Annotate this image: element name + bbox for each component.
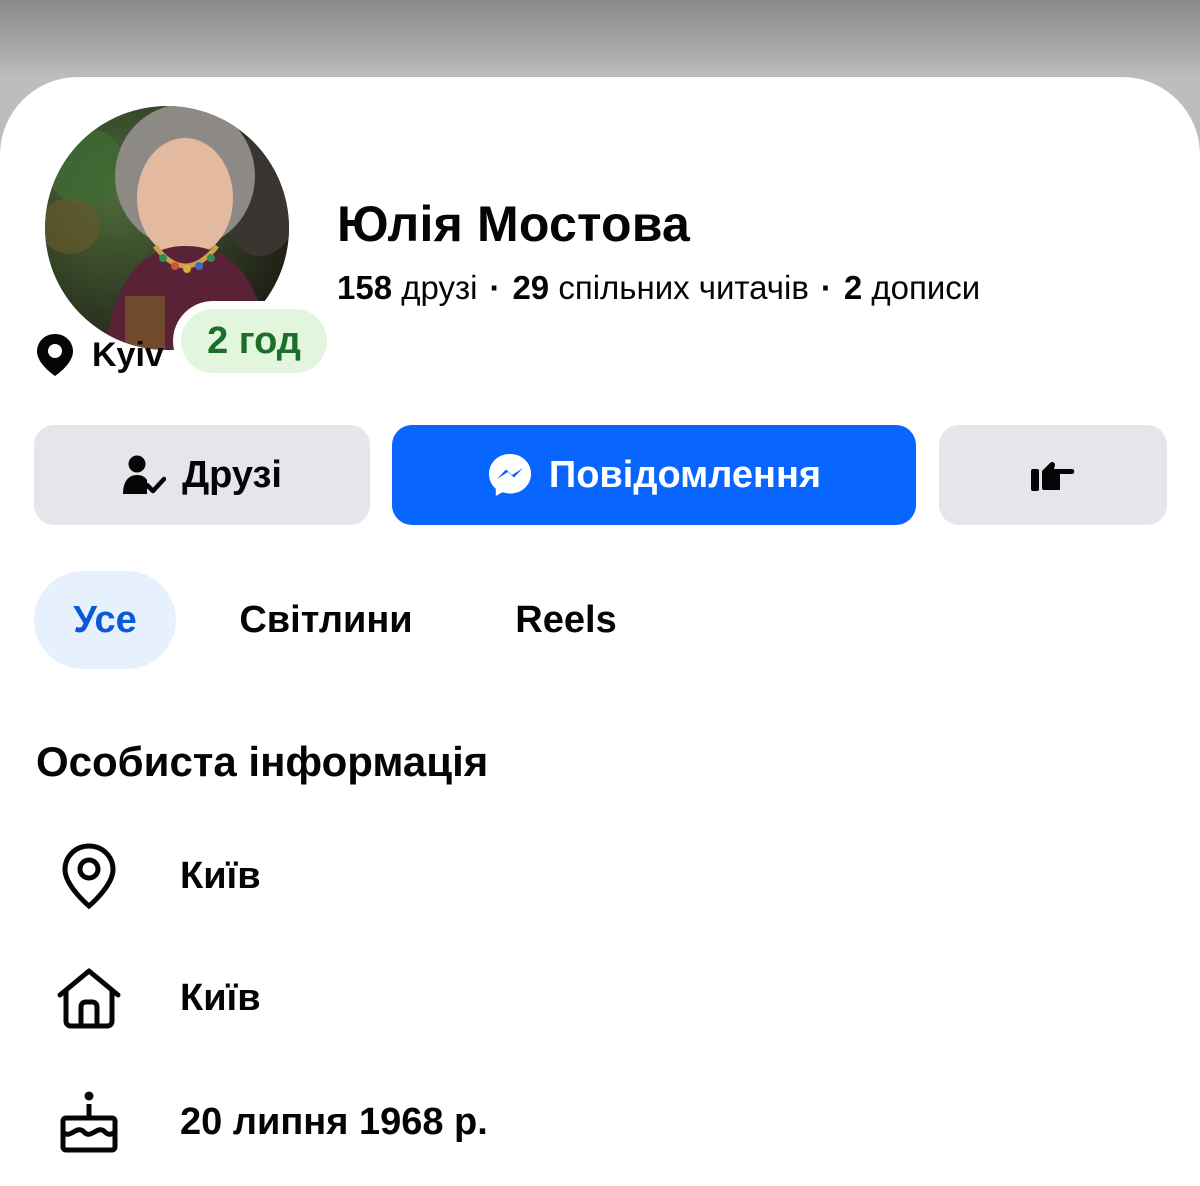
friends-check-icon <box>123 455 167 494</box>
info-row-current-city[interactable]: Київ <box>36 831 1136 921</box>
posts-label[interactable]: дописи <box>871 269 980 306</box>
poke-button[interactable] <box>939 425 1167 525</box>
message-button[interactable]: Повідомлення <box>392 425 916 525</box>
info-row-text: Київ <box>180 976 261 1019</box>
home-icon <box>54 953 124 1043</box>
tab-photos[interactable]: Світлини <box>206 571 446 669</box>
profile-name: Юлія Мостова <box>337 196 691 252</box>
messenger-icon <box>488 454 531 496</box>
info-row-hometown[interactable]: Київ <box>36 953 1136 1043</box>
status-badge: 2 год <box>173 301 335 381</box>
message-button-label: Повідомлення <box>548 453 822 496</box>
mutual-followers-count[interactable]: 29 <box>512 269 549 306</box>
profile-avatar[interactable]: 2 год <box>36 97 335 381</box>
location-summary: Kyiv <box>36 330 164 380</box>
poke-hand-icon <box>1031 461 1075 491</box>
friends-label[interactable]: друзі <box>401 269 477 306</box>
map-pin-icon <box>54 831 124 921</box>
location-summary-text: Kyiv <box>92 335 164 374</box>
tab-all[interactable]: Усе <box>34 571 176 669</box>
stats-separator: · <box>489 269 501 306</box>
friends-count[interactable]: 158 <box>337 269 392 306</box>
status-badge-label: 2 год <box>181 309 327 373</box>
tab-reels[interactable]: Reels <box>486 571 646 669</box>
stats-separator: · <box>820 269 832 306</box>
info-row-text: Київ <box>180 854 261 897</box>
friends-button[interactable]: Друзі <box>34 425 370 525</box>
personal-info-title: Особиста інформація <box>36 738 489 785</box>
posts-count[interactable]: 2 <box>844 269 862 306</box>
info-row-text: 20 липня 1968 р. <box>180 1100 488 1143</box>
location-pin-icon <box>37 334 73 376</box>
friends-button-label: Друзі <box>182 453 282 496</box>
profile-stats: 158 друзі · 29 спільних читачів · 2 дописи <box>337 269 980 307</box>
birthday-cake-icon <box>54 1077 124 1167</box>
info-row-birthday[interactable]: 20 липня 1968 р. <box>36 1077 1136 1167</box>
mutual-followers-label[interactable]: спільних читачів <box>558 269 809 306</box>
